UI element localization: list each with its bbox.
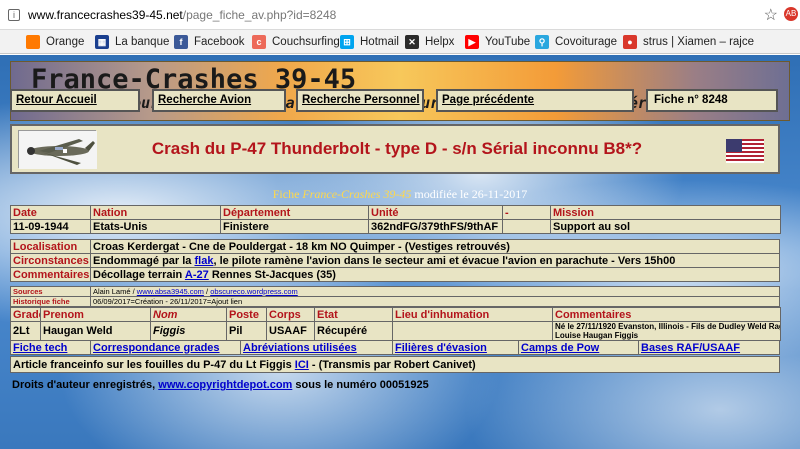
poste-value: Pil (226, 321, 267, 341)
helpx-icon: ✕ (405, 35, 419, 49)
previous-page-button[interactable]: Page précédente (436, 89, 634, 112)
info-icon[interactable]: i (8, 9, 20, 21)
bank-icon: ▦ (95, 35, 109, 49)
orange-icon (26, 35, 40, 49)
flak-link[interactable]: flak (194, 255, 213, 267)
grade-value: 2Lt (10, 321, 41, 341)
bookmark-helpx[interactable]: ✕ Helpx (405, 34, 454, 50)
fiche-tech-link[interactable]: Fiche tech (13, 342, 67, 354)
crew-table: Grade Prenom Nom Poste Corps Etat Lieu d… (10, 307, 781, 341)
couchsurfing-icon: c (252, 35, 266, 49)
bookmark-couchsurfing[interactable]: c Couchsurfing (252, 34, 340, 50)
links-cell-abbrev: Abréviations utilisées (240, 340, 393, 355)
department-header: Département (220, 205, 369, 220)
crash-info-table: Date Nation Département Unité - Mission … (10, 205, 781, 234)
camps-pow-link[interactable]: Camps de Pow (521, 342, 599, 354)
address-bar[interactable]: i www.francecrashes39-45.net/page_fiche_… (0, 0, 800, 30)
rajce-icon: ● (623, 35, 637, 49)
etat-header: Etat (314, 307, 393, 322)
sources-value: Alain Lamé / www.absa3945.com / obscurec… (90, 286, 780, 297)
absa-link[interactable]: www.absa3945.com (137, 288, 204, 296)
mission-header: Mission (550, 205, 781, 220)
facebook-icon: f (174, 35, 188, 49)
home-button[interactable]: Retour Accueil (10, 89, 140, 112)
nom-header: Nom (150, 307, 227, 322)
sources-table: Sources Alain Lamé / www.absa3945.com / … (10, 286, 780, 307)
nation-value: Etats-Unis (90, 219, 221, 234)
crew-comment: Né le 27/11/1920 Evanston, Illinois - Fi… (552, 321, 781, 341)
historique-value: 06/09/2017=Création - 26/11/2017=Ajout l… (90, 296, 780, 307)
correspondance-grades-link[interactable]: Correspondance grades (93, 342, 220, 354)
links-cell-bases: Bases RAF/USAAF (638, 340, 780, 355)
inhumation-header: Lieu d'inhumation (392, 307, 553, 322)
crash-title: Crash du P-47 Thunderbolt - type D - s/n… (151, 139, 643, 158)
bases-raf-usaaf-link[interactable]: Bases RAF/USAAF (641, 342, 740, 354)
search-plane-button[interactable]: Recherche Avion (152, 89, 286, 112)
bookmark-hotmail[interactable]: ⊞ Hotmail (340, 34, 399, 50)
department-value: Finistere (220, 219, 369, 234)
bookmark-facebook[interactable]: f Facebook (174, 34, 245, 50)
nation-header: Nation (90, 205, 221, 220)
corps-value: USAAF (266, 321, 315, 341)
bookmark-star-icon[interactable]: ☆ (764, 5, 778, 25)
obscureco-link[interactable]: obscureco.wordpress.com (210, 288, 298, 296)
article-row: Article franceinfo sur les fouilles du P… (10, 356, 780, 373)
dash-header: - (502, 205, 551, 220)
dash-value (502, 219, 551, 234)
copyrightdepot-link[interactable]: www.copyrightdepot.com (158, 379, 292, 391)
comments-header: Commentaires (552, 307, 781, 322)
browser-chrome: i www.francecrashes39-45.net/page_fiche_… (0, 0, 800, 54)
url-text[interactable]: www.francecrashes39-45.net/page_fiche_av… (28, 8, 336, 22)
youtube-icon: ▶ (465, 35, 479, 49)
covoiturage-icon: ⚲ (535, 35, 549, 49)
details-table: Localisation Croas Kerdergat - Cne de Po… (10, 239, 780, 282)
prenom-header: Prenom (40, 307, 151, 322)
links-table: Fiche tech Correspondance grades Abrévia… (10, 340, 780, 355)
localisation-value: Croas Kerdergat - Cne de Pouldergat - 18… (90, 239, 780, 254)
circonstances-label: Circonstances (10, 253, 91, 268)
date-header: Date (10, 205, 91, 220)
nom-value: Figgis (150, 321, 227, 341)
bookmark-orange[interactable]: Orange (26, 34, 84, 50)
a27-link[interactable]: A-27 (185, 269, 209, 281)
copyright-line: Droits d'auteur enregistrés, www.copyrig… (12, 379, 429, 391)
bookmark-youtube[interactable]: ▶ YouTube (465, 34, 530, 50)
bookmark-rajce[interactable]: ● strus | Xiamen – rajce (623, 34, 754, 50)
unit-header: Unité (368, 205, 503, 220)
circonstances-value: Endommagé par la flak, le pilote ramène … (90, 253, 780, 268)
localisation-label: Localisation (10, 239, 91, 254)
windows-icon: ⊞ (340, 35, 354, 49)
search-person-button[interactable]: Recherche Personnel (296, 89, 424, 112)
mission-value: Support au sol (550, 219, 781, 234)
etat-value: Récupéré (314, 321, 393, 341)
filieres-evasion-link[interactable]: Filières d'évasion (395, 342, 487, 354)
extension-icon[interactable]: AB (784, 7, 798, 21)
bookmark-covoiturage[interactable]: ⚲ Covoiturage (535, 34, 617, 50)
us-flag-icon (726, 139, 764, 166)
prenom-value: Haugan Weld (40, 321, 151, 341)
aircraft-image (18, 130, 97, 169)
links-cell-grades: Correspondance grades (90, 340, 241, 355)
sources-label: Sources (10, 286, 91, 297)
links-cell-evasion: Filières d'évasion (392, 340, 519, 355)
fiche-number: Fiche n° 8248 (646, 89, 778, 112)
inhumation-value (392, 321, 553, 341)
modified-line: Fiche France-Crashes 39-45 modifiée le 2… (272, 187, 528, 201)
crash-header: Crash du P-47 Thunderbolt - type D - s/n… (10, 124, 780, 174)
historique-label: Historique fiche (10, 296, 91, 307)
corps-header: Corps (266, 307, 315, 322)
poste-header: Poste (226, 307, 267, 322)
commentaires-label: Commentaires (10, 267, 91, 282)
unit-value: 362ndFG/379thFS/9thAF (368, 219, 503, 234)
links-cell-tech: Fiche tech (10, 340, 91, 355)
commentaires-value: Décollage terrain A-27 Rennes St-Jacques… (90, 267, 780, 282)
grade-header: Grade (10, 307, 41, 322)
bookmark-la-banque[interactable]: ▦ La banque (95, 34, 169, 50)
abreviations-link[interactable]: Abréviations utilisées (243, 342, 357, 354)
date-value: 11-09-1944 (10, 219, 91, 234)
article-table: Article franceinfo sur les fouilles du P… (10, 356, 780, 373)
bookmarks-bar: Orange ▦ La banque f Facebook c Couchsurfin… (0, 30, 800, 54)
links-cell-pow: Camps de Pow (518, 340, 639, 355)
ici-link[interactable]: ICI (295, 359, 309, 371)
